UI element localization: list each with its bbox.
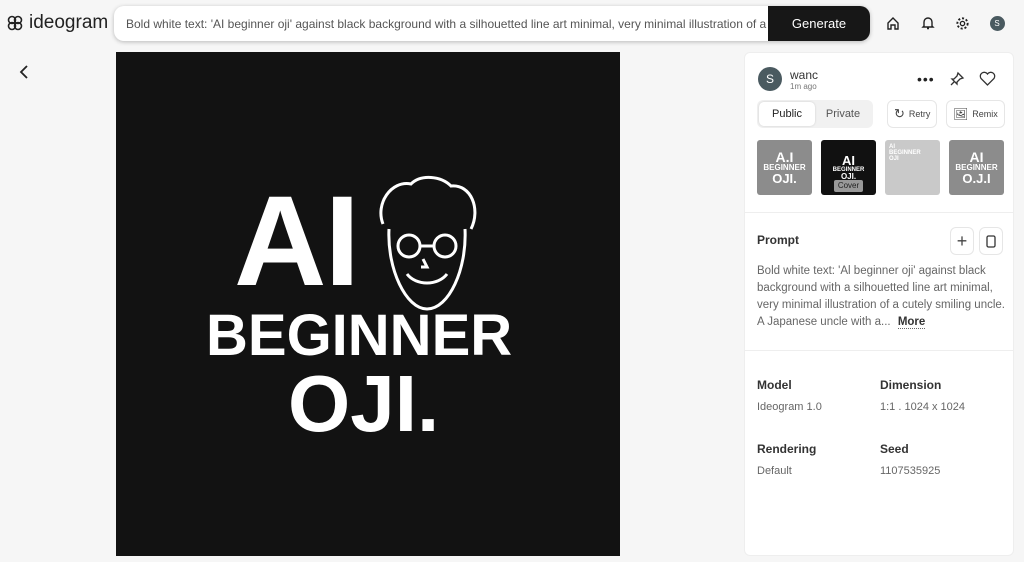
seed-label: Seed xyxy=(880,442,909,456)
copy-icon xyxy=(986,235,996,248)
retry-label: Retry xyxy=(908,109,931,119)
thumbnail[interactable]: AI BEGINNER OJI xyxy=(885,140,940,195)
seed-value: 1107535925 xyxy=(880,465,941,477)
copy-prompt-button[interactable] xyxy=(979,227,1003,255)
pin-icon[interactable] xyxy=(949,71,965,87)
user-avatar[interactable]: S xyxy=(758,67,782,91)
avatar[interactable]: S xyxy=(988,14,1006,32)
divider xyxy=(745,212,1013,213)
gear-icon[interactable] xyxy=(953,14,971,32)
heart-icon[interactable] xyxy=(979,71,996,87)
remix-button[interactable]: 🖼 Remix xyxy=(946,100,1005,128)
image-text-oji: OJI. xyxy=(288,359,440,448)
model-value: Ideogram 1.0 xyxy=(757,401,822,413)
remix-label: Remix xyxy=(972,109,998,119)
cover-badge: Cover xyxy=(833,180,864,192)
generate-button[interactable]: Generate xyxy=(768,6,870,41)
rendering-label: Rendering xyxy=(757,442,817,456)
ideogram-logo-icon xyxy=(7,15,23,31)
thumbnail[interactable]: AI BEGINNER O.J.I xyxy=(949,140,1004,195)
details-panel: S wanc 1m ago ••• Public Private ↻ Retry 🖼… xyxy=(744,52,1014,556)
model-label: Model xyxy=(757,378,792,392)
image-text-beginner: BEGINNER xyxy=(206,303,513,368)
rendering-value: Default xyxy=(757,465,792,477)
more-options-icon[interactable]: ••• xyxy=(917,71,935,87)
chevron-left-icon xyxy=(19,65,28,79)
visibility-private[interactable]: Private xyxy=(815,102,871,126)
visibility-public[interactable]: Public xyxy=(759,102,815,126)
thumbnail-selected[interactable]: AI BEGINNER OJI. Cover xyxy=(821,140,876,195)
dimension-label: Dimension xyxy=(880,378,942,392)
divider xyxy=(745,350,1013,351)
more-link[interactable]: More xyxy=(897,316,926,329)
home-icon[interactable] xyxy=(884,14,902,32)
retry-icon: ↻ xyxy=(894,106,905,121)
bell-icon[interactable] xyxy=(919,14,937,32)
prompt-bar: Generate xyxy=(114,6,870,41)
logo-text: ideogram xyxy=(29,12,109,33)
prompt-input[interactable] xyxy=(114,16,768,31)
back-button[interactable] xyxy=(17,64,31,85)
dimension-value: 1:1 . 1024 x 1024 xyxy=(880,401,966,413)
thumbnail[interactable]: A.I BEGINNER OJI. xyxy=(757,140,812,195)
image-text-ai: AI xyxy=(234,170,360,313)
logo[interactable]: ideogram xyxy=(5,12,108,34)
prompt-text: Bold white text: 'Al beginner oji' again… xyxy=(757,265,1005,329)
prompt-title: Prompt xyxy=(757,233,799,247)
thumbnail-list: A.I BEGINNER OJI. AI BEGINNER OJI. Cover AI BE… xyxy=(757,140,1004,195)
timestamp: 1m ago xyxy=(790,81,817,91)
uncle-illustration xyxy=(379,176,477,311)
add-prompt-button[interactable]: + xyxy=(950,227,974,255)
username[interactable]: wanc xyxy=(790,68,818,82)
retry-button[interactable]: ↻ Retry xyxy=(887,100,938,128)
generated-image[interactable]: AI BEGINNER OJI. xyxy=(116,52,620,556)
visibility-toggle: Public Private xyxy=(757,100,873,128)
plus-icon: + xyxy=(956,230,968,251)
remix-icon: 🖼 xyxy=(953,107,969,121)
